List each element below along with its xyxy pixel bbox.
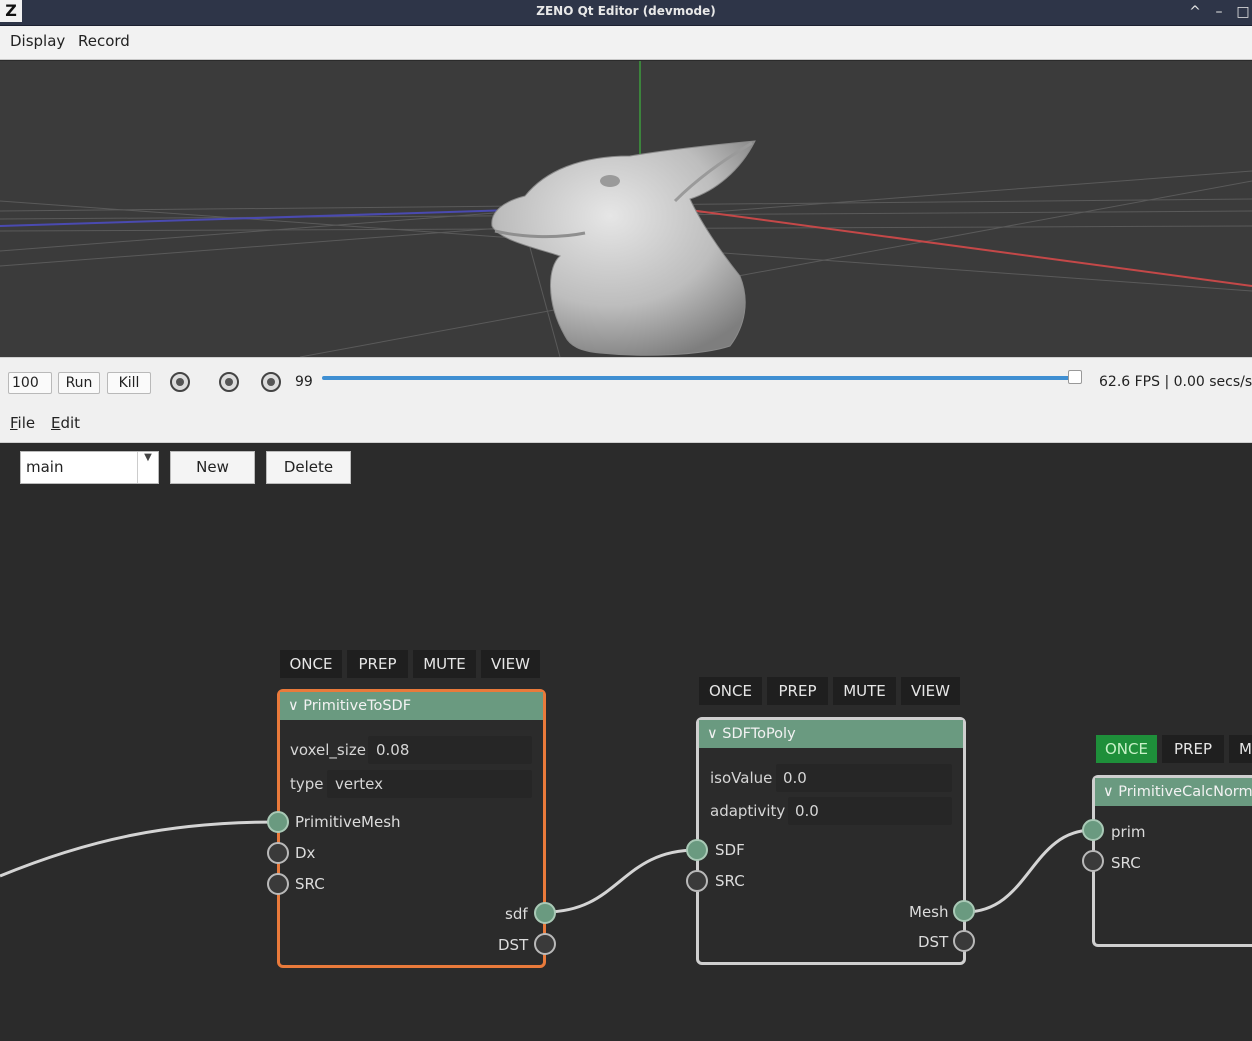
node2-input-label: SRC	[715, 872, 745, 890]
node3-input-label: SRC	[1111, 854, 1141, 872]
node2-title: SDFToPoly	[722, 726, 796, 742]
node1-param-label: type	[290, 775, 324, 793]
fps-status: 62.6 FPS | 0.00 secs/st	[1099, 374, 1252, 390]
connection-wires	[0, 820, 1094, 914]
wire-into-primitivemesh	[0, 820, 279, 878]
node2-param-value: 0.0	[783, 769, 807, 787]
restore-window-icon[interactable]: ^	[1185, 2, 1205, 22]
pig-head-model	[491, 140, 756, 356]
node1-header[interactable]: ∨ PrimitiveToSDF	[280, 692, 543, 720]
minimize-window-icon[interactable]: –	[1209, 2, 1229, 22]
wire-mesh-to-prim	[964, 828, 1094, 914]
wire-sdf-to-sdf	[544, 848, 698, 914]
node2-output-label: DST	[918, 933, 949, 951]
node3-once-option[interactable]: ONCE	[1096, 735, 1157, 763]
menu-bar	[0, 26, 1252, 60]
node3-header[interactable]: ∨ PrimitiveCalcNorm	[1095, 778, 1252, 806]
node2-output-label: Mesh	[909, 903, 949, 921]
node1-param-label: voxel_size	[290, 741, 366, 759]
node1-input-label: PrimitiveMesh	[295, 813, 401, 831]
node2-mute-option[interactable]: MUTE	[833, 677, 896, 705]
node2-input-label: SDF	[715, 841, 745, 859]
node2-output-socket[interactable]	[953, 900, 975, 922]
run-button[interactable]: Run	[58, 372, 100, 394]
menu-record[interactable]: Record	[78, 32, 130, 50]
current-frame: 99	[295, 374, 313, 390]
node1-param-value: 0.08	[376, 741, 410, 759]
node1-input-label: Dx	[295, 844, 316, 862]
maximize-window-icon[interactable]: □	[1233, 2, 1252, 22]
frame-count-input[interactable]: 100	[8, 372, 52, 394]
node3-title: PrimitiveCalcNorm	[1118, 784, 1252, 800]
node3-prep-option[interactable]: PREP	[1162, 735, 1224, 763]
node1-mute-option[interactable]: MUTE	[413, 650, 476, 678]
node2-param-label: adaptivity	[710, 802, 786, 820]
timeline-slider-handle[interactable]	[1068, 370, 1082, 384]
pause-icon[interactable]	[219, 372, 239, 392]
collapse-chevron-icon[interactable]: ∨	[707, 726, 722, 742]
node3-input-socket[interactable]	[1082, 819, 1104, 841]
node1-input-socket[interactable]	[267, 873, 289, 895]
node2-header[interactable]: ∨ SDFToPoly	[699, 720, 963, 748]
node1-output-socket[interactable]	[534, 933, 556, 955]
node3-mute-option[interactable]: M	[1229, 735, 1252, 763]
record-icon[interactable]	[261, 372, 281, 392]
collapse-chevron-icon[interactable]: ∨	[1103, 784, 1118, 800]
node1-once-option[interactable]: ONCE	[280, 650, 342, 678]
timeline-slider[interactable]	[322, 376, 1070, 380]
node3-input-label: prim	[1111, 823, 1146, 841]
node2-view-option[interactable]: VIEW	[901, 677, 960, 705]
node2-output-socket[interactable]	[953, 930, 975, 952]
node1-view-option[interactable]: VIEW	[481, 650, 540, 678]
node1-prep-option[interactable]: PREP	[347, 650, 408, 678]
play-icon[interactable]	[170, 372, 190, 392]
3d-viewport[interactable]	[0, 61, 1252, 357]
node2-input-socket[interactable]	[686, 839, 708, 861]
node1-title: PrimitiveToSDF	[303, 698, 412, 714]
node1-input-socket[interactable]	[267, 842, 289, 864]
node2-param-label: isoValue	[710, 769, 773, 787]
menu-edit[interactable]: Edit	[51, 414, 80, 432]
node1-output-label: sdf	[505, 905, 528, 923]
node1-input-label: SRC	[295, 875, 325, 893]
editor-menu-bar	[0, 407, 1252, 443]
viewport-scene	[0, 61, 1252, 357]
node1-input-socket[interactable]	[267, 811, 289, 833]
node1-param-value: vertex	[335, 775, 383, 793]
window-title: ZENO Qt Editor (devmode)	[536, 4, 716, 18]
node3-input-socket[interactable]	[1082, 850, 1104, 872]
menu-display[interactable]: Display	[10, 32, 65, 50]
menu-file[interactable]: File	[10, 414, 35, 432]
node2-prep-option[interactable]: PREP	[767, 677, 828, 705]
collapse-chevron-icon[interactable]: ∨	[288, 698, 303, 714]
node1-output-socket[interactable]	[534, 902, 556, 924]
kill-button[interactable]: Kill	[107, 372, 151, 394]
node2-once-option[interactable]: ONCE	[699, 677, 762, 705]
node2-param-value: 0.0	[795, 802, 819, 820]
node1-output-label: DST	[498, 936, 529, 954]
node2-input-socket[interactable]	[686, 870, 708, 892]
